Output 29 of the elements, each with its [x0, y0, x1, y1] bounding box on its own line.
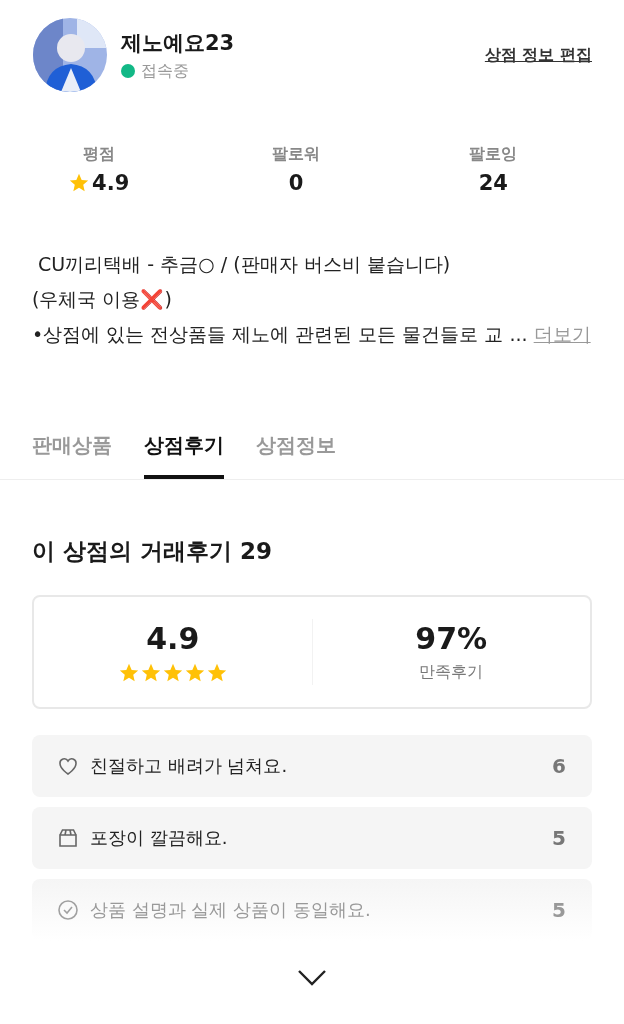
status-text: 접속중	[141, 60, 189, 82]
review-tag-count: 5	[552, 898, 566, 922]
satisfaction-label: 만족후기	[419, 662, 484, 683]
review-tag-text: 상품 설명과 실제 상품이 동일해요.	[90, 898, 372, 922]
review-tag-count: 6	[552, 754, 566, 778]
tab[interactable]: 상점후기	[144, 432, 224, 479]
box-icon	[56, 826, 80, 850]
review-tag-count: 5	[552, 826, 566, 850]
bio-text: •상점에 있는 전상품들 제노에 관련된 모든 물건들로 교 ...	[32, 322, 528, 347]
average-score: 4.9	[146, 620, 200, 656]
stat-value: 4.9	[92, 171, 130, 195]
bio-text: (우체국 이용❌)	[32, 287, 173, 312]
edit-shop-link[interactable]: 상점 정보 편집	[484, 44, 592, 66]
stat-value: 24	[478, 171, 508, 195]
stat-value: 0	[288, 171, 304, 195]
review-tag-text: 친절하고 배려가 넘쳐요.	[90, 754, 289, 778]
review-tag-row[interactable]: 친절하고 배려가 넘쳐요. 6	[32, 735, 592, 797]
review-tag-row[interactable]: 포장이 깔끔해요. 5	[32, 807, 592, 869]
shop-name: 제노예요23	[121, 29, 236, 57]
bio-text: CU끼리택배 - 추금○ / (판매자 버스비 붙습니다)	[37, 252, 452, 277]
satisfaction-percent: 97%	[415, 621, 488, 656]
star-icon	[68, 172, 91, 194]
chevron-down-icon[interactable]	[297, 969, 327, 987]
check-circle-icon	[56, 898, 80, 922]
stat-label: 평점	[82, 144, 115, 165]
review-tag-text: 포장이 깔끔해요.	[90, 826, 229, 850]
reviews-heading: 이 상점의 거래후기 29	[32, 537, 274, 566]
stat-label: 팔로잉	[469, 144, 518, 165]
stat-label: 팔로워	[272, 144, 320, 165]
